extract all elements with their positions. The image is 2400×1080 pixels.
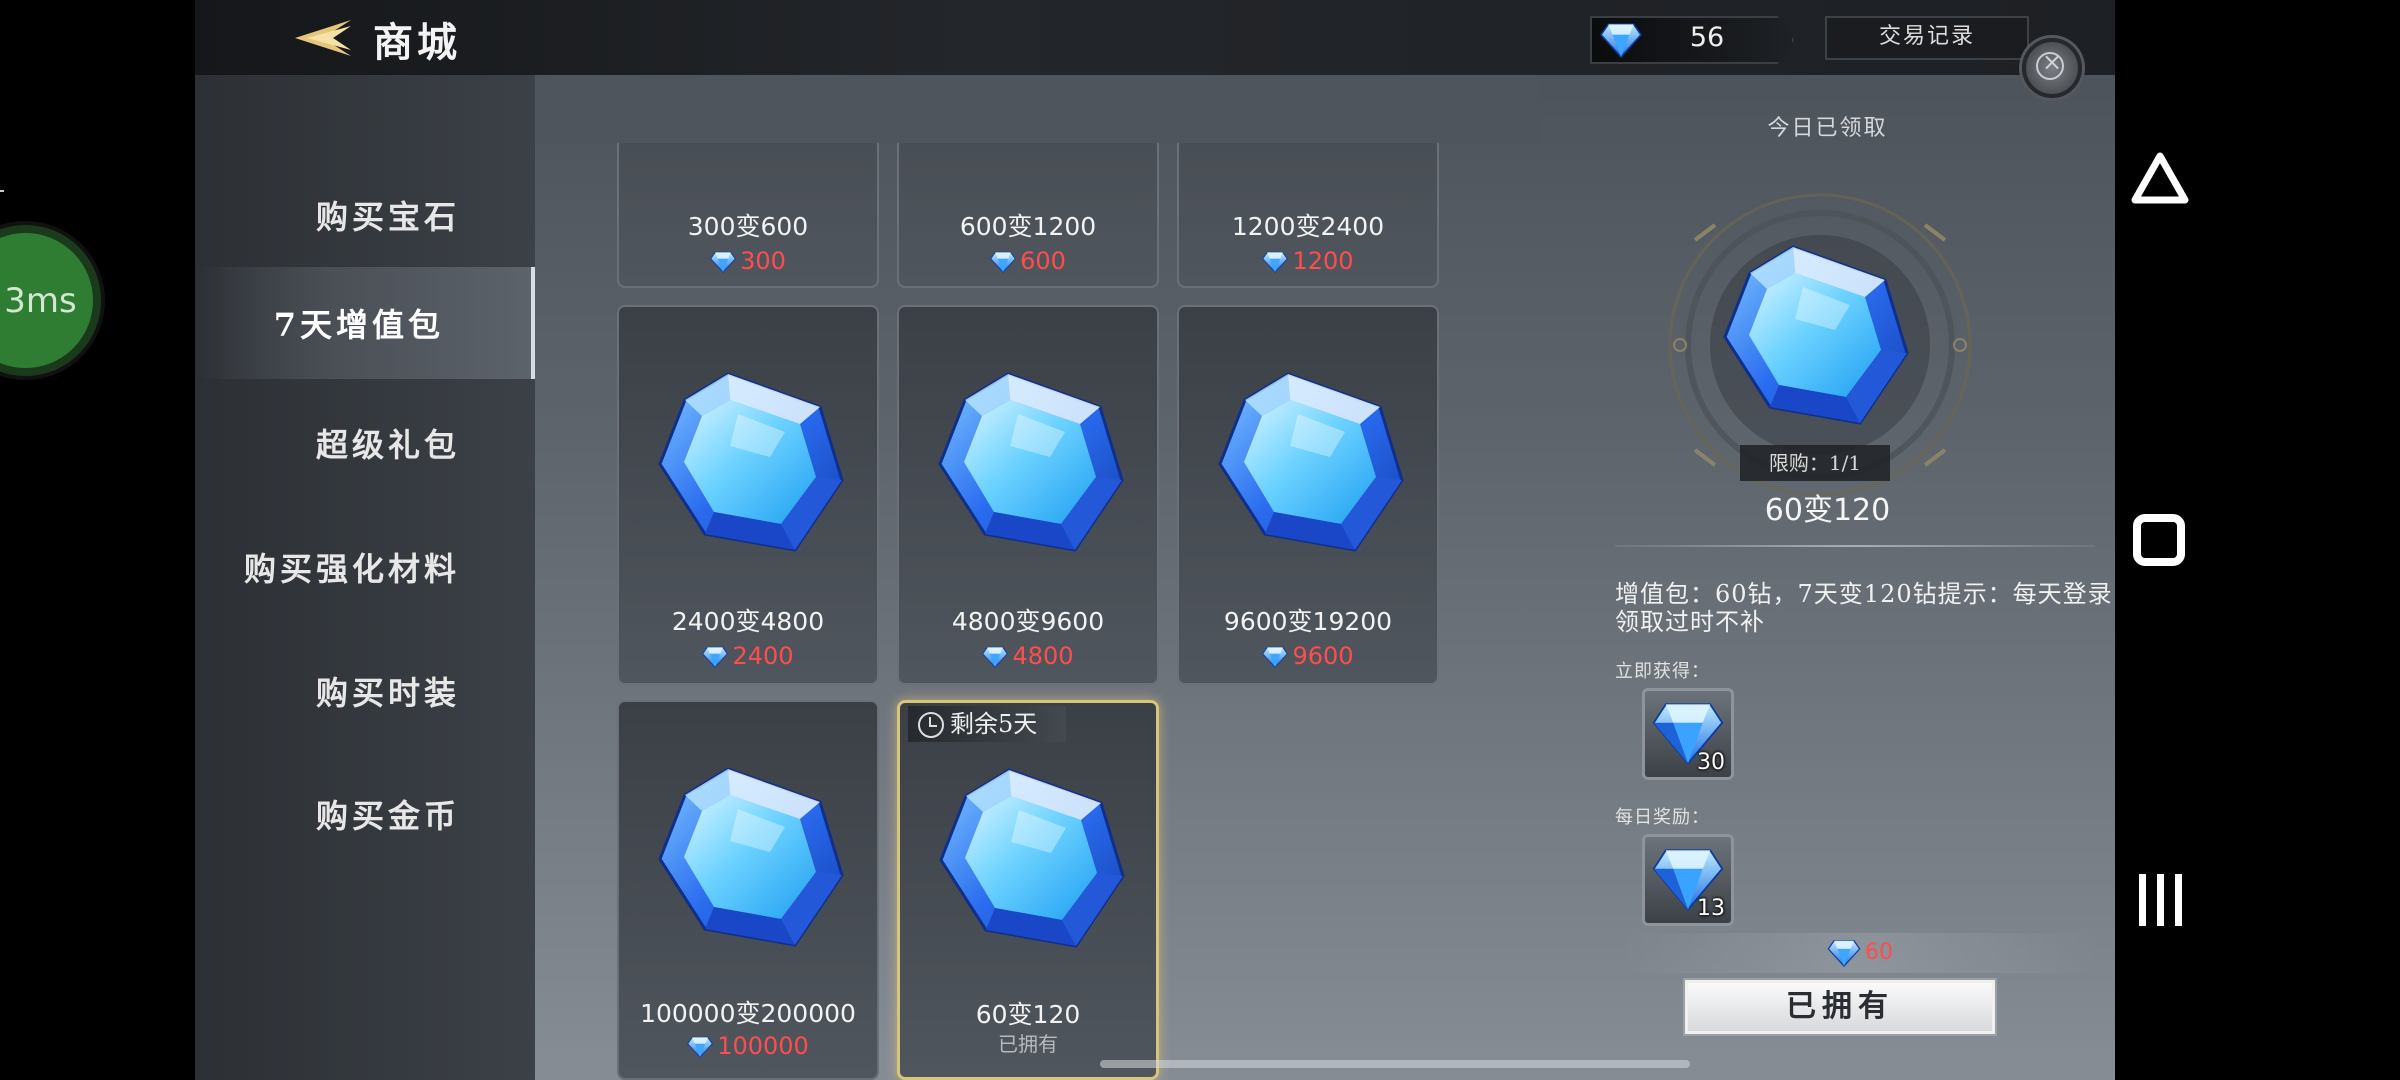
package-card[interactable]: 9600变19200 9600	[1177, 305, 1439, 685]
package-detail-panel: 今日已领取 限购：1/1 60变120 增值包：60钻，7天变120钻提示：每天…	[1540, 75, 2115, 1080]
package-name: 300变600	[687, 212, 809, 241]
price-value: 100000	[717, 1032, 809, 1060]
package-cost: 60	[1620, 933, 2100, 973]
divider	[1615, 545, 2095, 547]
blue-diamond-icon	[930, 362, 1130, 562]
shop-window: 商城 56 交易记录 × 购买宝石 7天增值包 超级礼包 购买强化材料 购买时装…	[195, 0, 2115, 1080]
sidebar-item-label: 购买金币	[315, 797, 460, 835]
page-title: 商城	[373, 19, 461, 66]
sidebar-item-label: 购买强化材料	[243, 550, 460, 588]
package-name: 9600变19200	[1223, 607, 1393, 636]
cost-value: 60	[1865, 940, 1893, 965]
detail-package-name: 60变120	[1764, 493, 1891, 528]
package-price: 100000	[619, 1032, 877, 1060]
package-owned-status: 已拥有	[998, 1032, 1058, 1056]
instant-reward-label: 立即获得：	[1615, 661, 1710, 682]
gem-balance: 56	[1590, 16, 1794, 64]
reward-quantity: 30	[1697, 750, 1725, 775]
trade-history-button[interactable]: 交易记录	[1825, 16, 2029, 60]
package-price: 300	[619, 247, 877, 275]
package-price: 9600	[1179, 642, 1437, 670]
blue-diamond-icon	[687, 1036, 713, 1058]
package-card-selected[interactable]: 剩余5天 60变120 已拥有	[897, 700, 1159, 1080]
sidebar-item-label: 超级礼包	[315, 426, 460, 464]
blue-diamond-icon	[1262, 251, 1288, 273]
sidebar-item-buy-gems[interactable]: 购买宝石	[195, 159, 535, 271]
package-name: 100000变200000	[640, 999, 856, 1028]
purchase-limit: 限购：1/1	[1740, 445, 1890, 481]
package-card[interactable]: 4800变9600 4800	[897, 305, 1159, 685]
sidebar-item-label: 购买宝石	[315, 198, 460, 236]
price-value: 9600	[1292, 642, 1354, 670]
package-name: 600变1200	[959, 212, 1097, 241]
package-name: 60变120	[975, 1000, 1081, 1029]
blue-diamond-icon	[710, 251, 736, 273]
price-value: 300	[740, 247, 786, 275]
recents-icon[interactable]	[2135, 872, 2187, 928]
price-value: 4800	[1012, 642, 1074, 670]
price-value: 2400	[732, 642, 794, 670]
edge-tick	[0, 190, 4, 192]
daily-reward-item[interactable]: 13	[1642, 834, 1734, 926]
square-home-icon[interactable]	[2133, 514, 2185, 566]
sidebar-item-label: 购买时装	[315, 674, 460, 712]
blue-diamond-icon	[990, 251, 1016, 273]
sidebar-item-super-gift[interactable]: 超级礼包	[195, 387, 535, 499]
package-description: 增值包：60钻，7天变120钻提示：每天登录领取过时不补	[1615, 580, 2113, 636]
package-price: 2400	[619, 642, 877, 670]
sidebar-item-gold[interactable]: 购买金币	[195, 758, 535, 870]
latency-text: 3ms	[4, 280, 77, 321]
latency-badge: 3ms	[0, 225, 101, 376]
package-price: 1200	[1179, 247, 1437, 275]
package-grid: 300变600 300 600变1200 600 1200变2400 1200 …	[535, 75, 1540, 1080]
claimed-today-label: 今日已领取	[1767, 116, 1888, 141]
package-name: 2400变4800	[671, 607, 825, 636]
triangle-back-icon[interactable]	[2130, 150, 2190, 206]
price-value: 600	[1020, 247, 1066, 275]
blue-diamond-icon	[931, 758, 1131, 958]
reward-quantity: 13	[1697, 896, 1725, 921]
daily-reward-label: 每日奖励：	[1615, 807, 1710, 828]
instant-reward-item[interactable]: 30	[1642, 688, 1734, 780]
blue-diamond-icon	[650, 757, 850, 957]
blue-diamond-icon	[1262, 646, 1288, 668]
blue-diamond-icon	[702, 646, 728, 668]
package-price: 600	[899, 247, 1157, 275]
blue-diamond-icon	[1210, 362, 1410, 562]
gem-balance-value: 56	[1689, 22, 1725, 53]
package-card[interactable]: 100000变200000 100000	[617, 700, 879, 1080]
grid-scroll-mask	[535, 75, 1540, 143]
owned-button[interactable]: 已拥有	[1683, 978, 1997, 1036]
sidebar-item-fashion[interactable]: 购买时装	[195, 635, 535, 747]
clock-icon	[918, 712, 944, 738]
sidebar-item-label: 7天增值包	[273, 306, 444, 344]
remaining-time-text: 剩余5天	[950, 710, 1038, 738]
blue-diamond-icon	[1600, 20, 1642, 60]
price-value: 1200	[1292, 247, 1354, 275]
package-price: 4800	[899, 642, 1157, 670]
remaining-time-badge: 剩余5天	[908, 706, 1066, 742]
category-sidebar: 购买宝石 7天增值包 超级礼包 购买强化材料 购买时装 购买金币	[195, 75, 535, 1080]
blue-diamond-icon	[1827, 939, 1861, 967]
package-name: 1200变2400	[1231, 212, 1385, 241]
package-card[interactable]: 2400变4800 2400	[617, 305, 879, 685]
sidebar-item-7day-pack[interactable]: 7天增值包	[195, 267, 535, 379]
close-icon: ×	[2041, 48, 2063, 76]
blue-diamond-icon	[982, 646, 1008, 668]
back-arrow-icon[interactable]	[293, 18, 353, 58]
blue-diamond-icon	[650, 362, 850, 562]
package-name: 4800变9600	[951, 607, 1105, 636]
sidebar-item-enhance-materials[interactable]: 购买强化材料	[195, 511, 535, 623]
